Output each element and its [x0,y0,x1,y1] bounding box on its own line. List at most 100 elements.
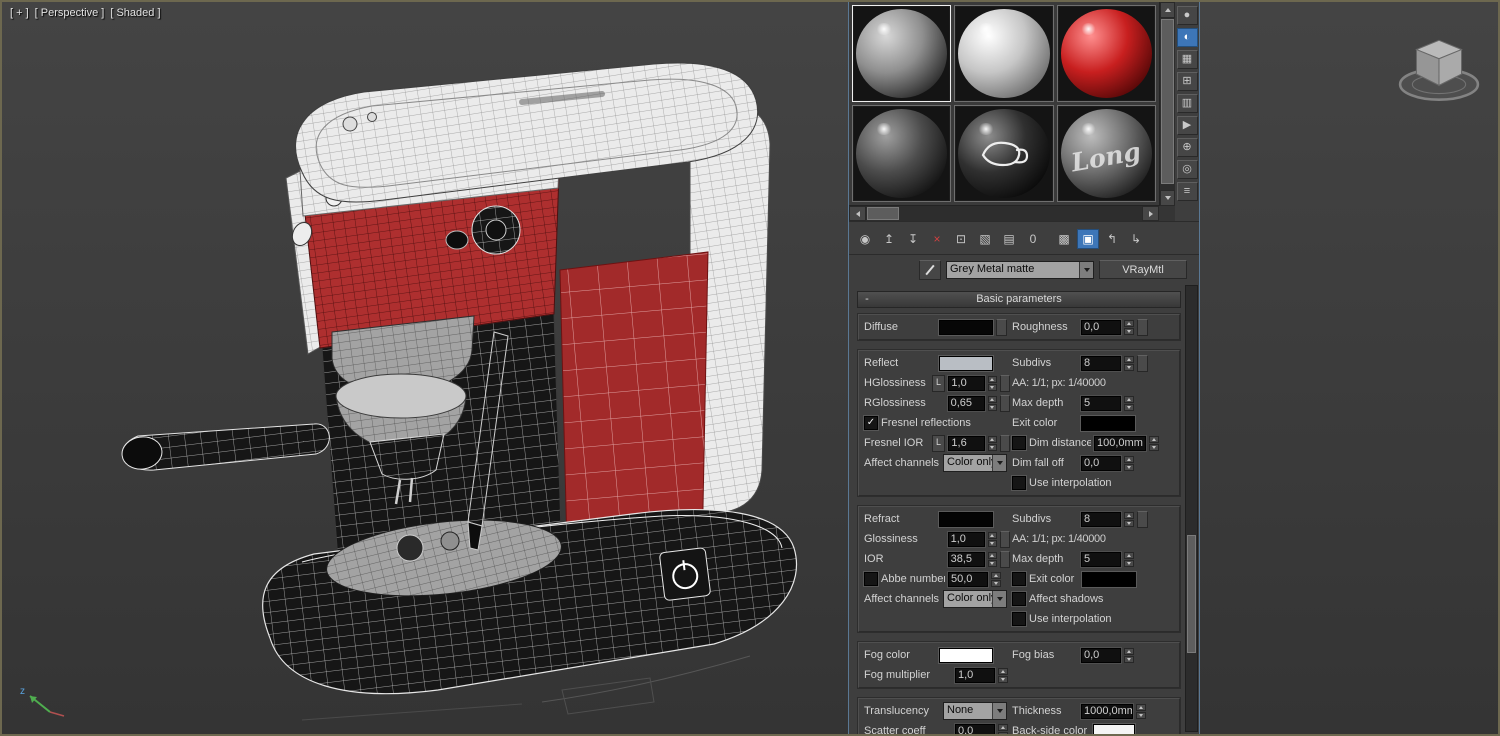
scatter-coeff-spinner[interactable] [998,723,1008,734]
rollout-collapse-icon[interactable]: - [861,292,873,306]
dim-distance-input[interactable]: 100,0mm [1094,435,1146,451]
material-sample-slot-6[interactable]: Long [1056,105,1156,203]
dim-fall-off-input[interactable]: 0,0 [1081,455,1121,471]
material-sample-slot-5[interactable] [954,105,1054,203]
sample-uv-tiling-button[interactable]: ⊞ [1176,72,1198,91]
reflect-affect-channels-dropdown[interactable]: Color only [943,454,1007,472]
reflect-subdivs-input[interactable]: 8 [1081,355,1121,371]
reflect-max-depth-spinner[interactable] [1124,395,1134,411]
diffuse-color-swatch[interactable] [939,319,993,335]
reflect-exit-color-swatch[interactable] [1081,415,1135,431]
refract-subdivs-map-button[interactable] [1137,510,1148,528]
fresnel-ior-lock-button[interactable]: L [931,434,946,452]
refract-exit-color-checkbox[interactable] [1012,572,1026,586]
options-button[interactable]: ⊕ [1176,138,1198,157]
reflect-subdivs-spinner[interactable] [1124,355,1134,371]
roughness-input[interactable]: 0,0 [1081,319,1121,335]
affect-shadows-checkbox[interactable] [1012,592,1026,606]
back-side-color-swatch[interactable] [1093,723,1135,734]
h-scroll-track[interactable] [866,206,1142,221]
v-scroll-track[interactable] [1160,18,1175,190]
thickness-spinner[interactable] [1136,703,1146,719]
rglossiness-map-button[interactable] [999,394,1010,412]
viewport-menu-pov[interactable]: [ Perspective ] [35,7,105,19]
hglossiness-lock-button[interactable]: L [931,374,946,392]
abbe-number-spinner[interactable] [991,571,1001,587]
scatter-coeff-input[interactable]: 0,0 [955,723,995,734]
hglossiness-map-button[interactable] [999,374,1011,392]
fog-bias-spinner[interactable] [1124,647,1134,663]
background-checker-button[interactable]: ▦ [1176,50,1198,69]
ior-spinner[interactable] [987,551,997,567]
put-to-library-button[interactable]: ▤ [998,229,1020,249]
material-type-button[interactable]: VRayMtl [1099,260,1187,279]
glossiness-map-button[interactable] [999,530,1010,548]
reset-material-button[interactable]: × [926,229,948,249]
fresnel-ior-spinner[interactable] [987,435,997,451]
fresnel-ior-input[interactable]: 1,6 [948,435,985,451]
material-id-channel-button[interactable]: 0 [1022,229,1044,249]
abbe-number-input[interactable]: 50,0 [948,571,988,587]
scroll-right-button[interactable] [1142,206,1159,221]
select-by-material-button[interactable]: ◎ [1176,160,1198,179]
roughness-spinner[interactable] [1124,319,1134,335]
fresnel-reflections-checkbox[interactable]: ✓ [864,416,878,430]
show-shaded-material-in-viewport-button[interactable]: ▩ [1053,229,1075,249]
reflect-max-depth-input[interactable]: 5 [1081,395,1121,411]
refract-affect-channels-dropdown[interactable]: Color only [943,590,1007,608]
fog-multiplier-spinner[interactable] [998,667,1008,683]
viewport-menu-general[interactable]: [ + ] [10,7,29,19]
glossiness-spinner[interactable] [987,531,997,547]
scroll-up-button[interactable] [1160,2,1175,18]
material-sample-slot-2[interactable] [954,5,1054,103]
go-to-parent-button[interactable]: ↰ [1101,229,1123,249]
material-sample-slot-4[interactable] [852,105,952,203]
pick-material-from-object-button[interactable] [919,259,941,280]
hglossiness-spinner[interactable] [987,375,997,391]
scroll-left-button[interactable] [849,206,866,221]
show-end-result-button[interactable]: ▣ [1077,228,1099,249]
fog-bias-input[interactable]: 0,0 [1081,647,1121,663]
refract-exit-color-swatch[interactable] [1082,571,1136,587]
refract-use-interpolation-checkbox[interactable] [1012,612,1026,626]
assign-material-to-selection-button[interactable]: ↧ [902,229,924,249]
refract-color-swatch[interactable] [939,511,993,527]
refract-subdivs-spinner[interactable] [1124,511,1134,527]
fog-color-swatch[interactable] [939,647,993,663]
viewport-menu-shading[interactable]: [ Shaded ] [110,7,160,19]
sample-vertical-scrollbar[interactable] [1159,2,1175,206]
make-material-copy-button[interactable]: ⊡ [950,229,972,249]
backlight-button[interactable]: ◐ [1176,28,1198,47]
material-sample-slot-1[interactable] [852,5,952,103]
material-name-dropdown[interactable]: Grey Metal matte [946,260,1094,279]
thickness-input[interactable]: 1000,0mm [1081,703,1133,719]
sample-type-sphere-button[interactable]: ● [1176,6,1198,25]
dim-fall-off-spinner[interactable] [1124,455,1134,471]
rglossiness-spinner[interactable] [987,395,997,411]
fog-multiplier-input[interactable]: 1,0 [955,667,995,683]
material-sample-slot-3[interactable] [1056,5,1156,103]
glossiness-input[interactable]: 1,0 [947,531,985,547]
video-color-check-button[interactable]: ▥ [1176,94,1198,113]
refract-max-depth-spinner[interactable] [1124,551,1134,567]
refract-max-depth-input[interactable]: 5 [1081,551,1121,567]
translucency-dropdown[interactable]: None [943,702,1007,720]
parameters-scrollbar[interactable] [1185,285,1198,732]
ior-map-button[interactable] [999,550,1010,568]
dim-distance-spinner[interactable] [1149,435,1159,451]
viewport[interactable]: [ + ] [ Perspective ] [ Shaded ] z [2,2,1498,734]
put-material-to-scene-button[interactable]: ↥ [878,229,900,249]
viewcube[interactable] [1396,26,1482,112]
hglossiness-input[interactable]: 1,0 [948,375,985,391]
dim-distance-checkbox[interactable] [1012,436,1026,450]
go-forward-to-sibling-button[interactable]: ↳ [1125,229,1147,249]
material-map-navigator-button[interactable]: ≡ [1176,182,1198,201]
v-scroll-thumb[interactable] [1161,19,1174,185]
fresnel-ior-map-button[interactable] [999,434,1011,452]
refract-subdivs-input[interactable]: 8 [1081,511,1121,527]
ior-input[interactable]: 38,5 [947,551,985,567]
get-material-button[interactable]: ◉ [854,229,876,249]
reflect-subdivs-map-button[interactable] [1137,354,1148,372]
parameters-scrollbar-thumb[interactable] [1187,535,1196,653]
abbe-number-checkbox[interactable] [864,572,878,586]
